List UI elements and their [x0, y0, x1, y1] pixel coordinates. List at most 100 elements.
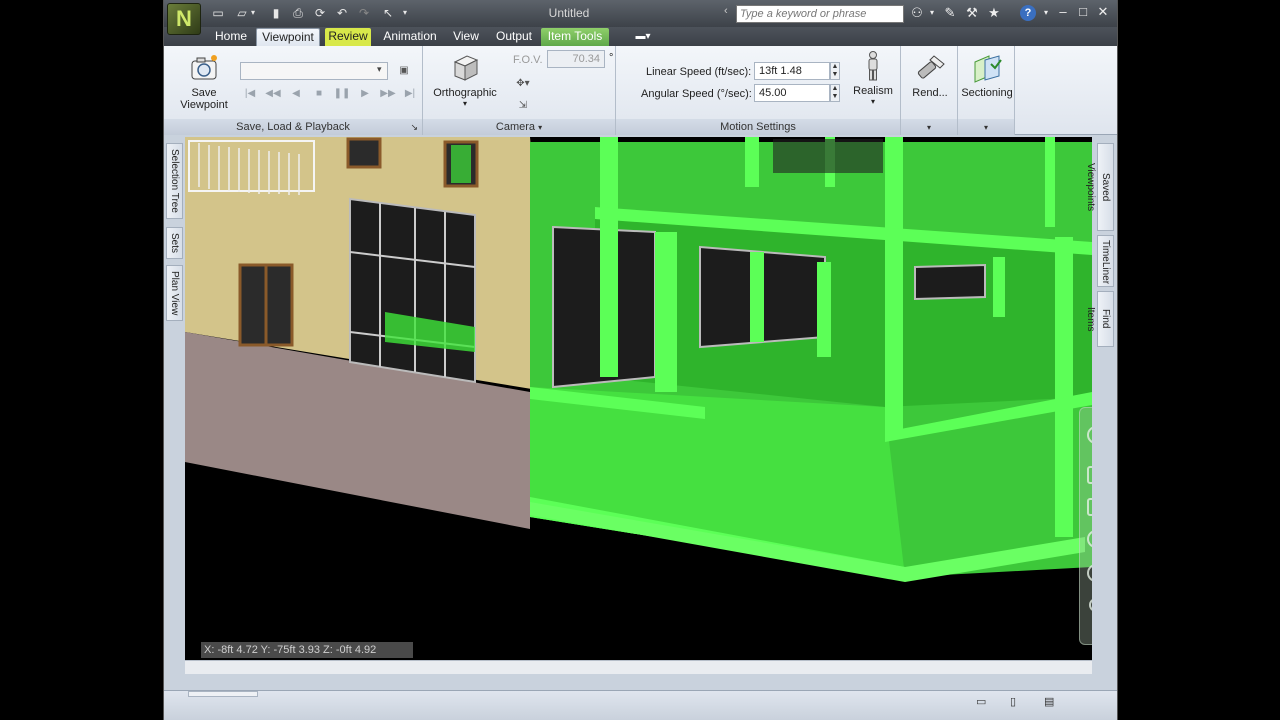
print-icon[interactable]: ⎙ — [290, 5, 306, 21]
sectioning-label: Sectioning — [961, 87, 1013, 99]
angular-speed-field[interactable]: 45.00 — [754, 84, 830, 102]
close-button[interactable]: ✕ — [1094, 3, 1112, 21]
save-viewpoint-line1: Save — [191, 87, 217, 99]
sectioning-button[interactable]: Sectioning — [960, 52, 1014, 99]
chevron-down-icon: ▾ — [538, 123, 543, 132]
save-icon[interactable]: ▮ — [268, 5, 284, 21]
panel-camera: Orthographic ▾ F.O.V. 70.34 ° ✥▾ ⇲ Camer… — [423, 46, 616, 135]
save-viewpoint-button[interactable]: Save Viewpoint — [174, 52, 234, 111]
communication-icon[interactable]: ⚒ — [964, 5, 980, 21]
favorites-star-icon[interactable]: ★ — [986, 5, 1002, 21]
workspace-toggle-icon[interactable]: ▬▾ — [630, 28, 656, 46]
status-bar: ▭ ▯ ▤ — [164, 690, 1117, 720]
flashlight-icon — [914, 52, 946, 84]
chevron-down-icon: ▾ — [462, 99, 467, 108]
search-dropdown-icon[interactable]: ▾ — [924, 5, 940, 21]
orthographic-button[interactable]: Orthographic ▾ — [429, 52, 501, 108]
ribbon: Save Viewpoint ▾ ▣ |◀ ◀◀ ◀ ■ ❚❚ ▶ ▶▶ ▶| … — [164, 46, 1117, 135]
tab-selection-tree[interactable]: Selection Tree — [166, 143, 183, 219]
tab-saved-viewpoints[interactable]: Saved Viewpoints — [1085, 143, 1114, 231]
viewpoint-combo[interactable] — [240, 62, 388, 80]
walk-icon[interactable] — [1089, 598, 1092, 612]
tab-output[interactable]: Output — [492, 28, 536, 46]
first-frame-icon[interactable]: |◀ — [240, 84, 260, 102]
render-style-button[interactable]: Rend... — [903, 52, 957, 99]
help-dropdown-icon[interactable]: ▾ — [1038, 5, 1054, 21]
coordinate-readout: X: -8ft 4.72 Y: -75ft 3.93 Z: -0ft 4.92 — [201, 642, 413, 658]
tab-review[interactable]: Review — [325, 28, 371, 46]
right-dock: Saved Viewpoints TimeLiner Find Items — [1085, 137, 1117, 667]
pause-icon[interactable]: ❚❚ — [332, 84, 352, 102]
camera-icon — [188, 52, 220, 84]
memory-icon: ▤ — [1044, 696, 1055, 708]
minimize-button[interactable]: – — [1054, 3, 1072, 21]
left-dock: Selection Tree Sets Plan View — [164, 137, 185, 667]
tab-plan-view[interactable]: Plan View — [166, 265, 183, 321]
tab-viewpoint[interactable]: Viewpoint — [256, 28, 320, 46]
chevron-left-icon[interactable]: ‹ — [724, 5, 728, 17]
realism-button[interactable]: Realism ▾ — [848, 50, 898, 106]
look-around-icon[interactable] — [1087, 564, 1092, 582]
manage-viewpoints-icon[interactable]: ▣ — [394, 61, 414, 79]
sheet-browser-icon[interactable]: ▭ — [976, 695, 986, 708]
maximize-button[interactable]: □ — [1074, 3, 1092, 21]
undo-icon[interactable]: ↶ — [334, 5, 350, 21]
tab-timeliner[interactable]: TimeLiner — [1097, 235, 1114, 287]
angular-speed-label: Angular Speed (°/sec): — [641, 88, 752, 100]
new-file-icon[interactable]: ▭ — [210, 5, 226, 21]
camera-align-icon[interactable]: ✥▾ — [513, 74, 533, 92]
panel-save-load-playback: Save Viewpoint ▾ ▣ |◀ ◀◀ ◀ ■ ❚❚ ▶ ▶▶ ▶| … — [164, 46, 423, 135]
tab-view[interactable]: View — [448, 28, 484, 46]
steering-wheel-icon[interactable] — [1087, 426, 1092, 444]
stop-icon[interactable]: ■ — [309, 84, 329, 102]
pan-hand-icon[interactable] — [1087, 466, 1092, 484]
pencil-icon[interactable]: ▯ — [1010, 695, 1016, 708]
3d-viewport[interactable] — [185, 137, 1092, 660]
zoom-window-icon[interactable] — [1087, 498, 1092, 516]
refresh-icon[interactable]: ⟳ — [312, 5, 328, 21]
building-model[interactable] — [185, 137, 1092, 660]
save-viewpoint-line2: Viewpoint — [180, 99, 228, 111]
camera-straighten-icon[interactable]: ⇲ — [513, 96, 533, 114]
search-input[interactable]: Type a keyword or phrase — [736, 5, 904, 23]
linear-speed-label: Linear Speed (ft/sec): — [646, 66, 752, 78]
chevron-down-icon: ▾ — [926, 123, 931, 132]
section-plane-icon — [971, 52, 1003, 84]
tab-find-items[interactable]: Find Items — [1085, 291, 1114, 347]
linear-speed-field[interactable]: 13ft 1.48 — [754, 62, 830, 80]
panel-render: Rend... ▾ — [901, 46, 958, 135]
linear-speed-spinner[interactable]: ▲ ▼ — [830, 62, 840, 80]
horizontal-scrollbar[interactable] — [185, 660, 1092, 674]
subscription-icon[interactable]: ✎ — [942, 5, 958, 21]
navigation-bar[interactable] — [1079, 407, 1092, 645]
tab-sets[interactable]: Sets — [166, 227, 183, 259]
navisworks-window: ▭ ▱ ▾ ▮ ⎙ ⟳ ↶ ↷ ↖ ▾ Untitled ‹ Type a ke… — [163, 0, 1118, 720]
render-expand[interactable]: ▾ — [901, 119, 957, 135]
panel-title-save-load-playback: Save, Load & Playback ↘ — [164, 119, 422, 135]
panel-sectioning: Sectioning ▾ — [958, 46, 1015, 135]
open-dropdown-icon[interactable]: ▾ — [248, 5, 258, 21]
orbit-icon[interactable] — [1087, 530, 1092, 548]
status-panel-tab[interactable] — [188, 691, 258, 697]
orthographic-label: Orthographic — [433, 87, 497, 99]
help-icon[interactable]: ? — [1020, 5, 1036, 21]
fov-field[interactable]: 70.34 — [547, 50, 605, 68]
panel-title-camera[interactable]: Camera ▾ — [423, 119, 615, 135]
angular-speed-spinner[interactable]: ▲ ▼ — [830, 84, 840, 102]
binoculars-icon[interactable]: ⚇ — [909, 5, 925, 21]
panel-launcher-icon[interactable]: ↘ — [410, 119, 418, 135]
play-icon[interactable]: ▶ — [355, 84, 375, 102]
fov-unit: ° — [609, 52, 614, 64]
redo-icon[interactable]: ↷ — [356, 5, 372, 21]
step-forward-icon[interactable]: ▶▶ — [378, 84, 398, 102]
application-menu-logo[interactable]: N — [167, 3, 201, 35]
step-back-icon[interactable]: ◀◀ — [263, 84, 283, 102]
last-frame-icon[interactable]: ▶| — [400, 84, 420, 102]
sectioning-expand[interactable]: ▾ — [958, 119, 1014, 135]
select-arrow-icon[interactable]: ↖ — [380, 5, 396, 21]
tab-item-tools[interactable]: Item Tools — [541, 28, 609, 46]
qat-dropdown-icon[interactable]: ▾ — [400, 5, 410, 21]
tab-animation[interactable]: Animation — [380, 28, 440, 46]
tab-home[interactable]: Home — [210, 28, 252, 46]
play-reverse-icon[interactable]: ◀ — [286, 84, 306, 102]
